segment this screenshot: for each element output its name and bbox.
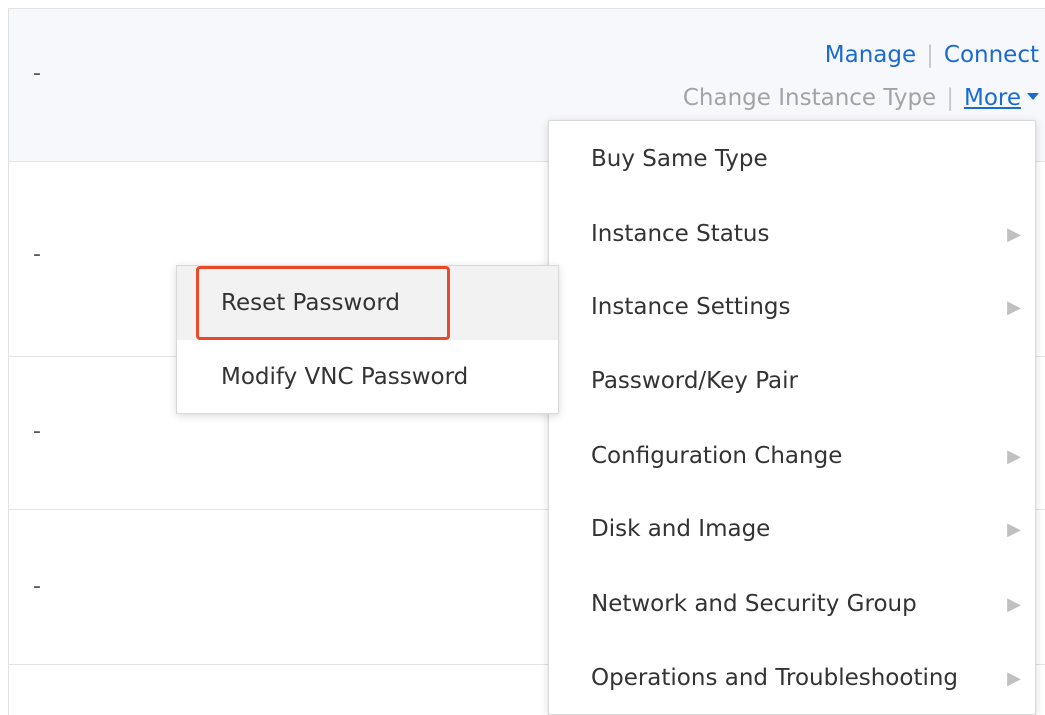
row-actions-primary: Manage | Connect xyxy=(825,42,1039,68)
menu-item-label: Buy Same Type xyxy=(591,146,768,172)
menu-item-label: Reset Password xyxy=(221,290,400,316)
reset-password-menu-item[interactable]: Reset Password xyxy=(177,266,558,340)
menu-item-buy-same-type[interactable]: Buy Same Type xyxy=(549,123,1035,196)
menu-item-disk-and-image[interactable]: Disk and Image ▶ xyxy=(549,493,1035,566)
row-placeholder: - xyxy=(33,574,41,599)
separator: | xyxy=(946,85,954,111)
row-placeholder: - xyxy=(33,242,41,267)
chevron-right-icon: ▶ xyxy=(1007,519,1021,540)
chevron-right-icon: ▶ xyxy=(1007,668,1021,689)
caret-down-icon[interactable] xyxy=(1027,93,1039,100)
menu-item-label: Operations and Troubleshooting xyxy=(591,665,959,691)
separator: | xyxy=(926,42,934,68)
menu-item-label: Password/Key Pair xyxy=(591,368,798,394)
chevron-right-icon: ▶ xyxy=(1007,446,1021,467)
menu-item-label: Configuration Change xyxy=(591,443,843,469)
menu-item-instance-status[interactable]: Instance Status ▶ xyxy=(549,198,1035,271)
change-instance-type-link[interactable]: Change Instance Type xyxy=(683,85,936,111)
menu-item-instance-settings[interactable]: Instance Settings ▶ xyxy=(549,271,1035,344)
row-placeholder: - xyxy=(33,61,41,86)
menu-item-label: Instance Settings xyxy=(591,294,791,320)
more-label: More xyxy=(963,85,1021,111)
chevron-right-icon: ▶ xyxy=(1007,594,1021,615)
menu-item-network-and-security-group[interactable]: Network and Security Group ▶ xyxy=(549,568,1035,641)
chevron-right-icon: ▶ xyxy=(1007,224,1021,245)
more-dropdown-button[interactable]: More xyxy=(964,85,1021,111)
menu-item-label: Instance Status xyxy=(591,221,770,247)
more-dropdown-menu: Buy Same Type Instance Status ▶ Instance… xyxy=(548,120,1036,715)
menu-item-label: Network and Security Group xyxy=(591,591,917,617)
menu-item-operations-and-troubleshooting[interactable]: Operations and Troubleshooting ▶ xyxy=(549,642,1035,715)
menu-item-password-key-pair[interactable]: Password/Key Pair xyxy=(549,345,1035,418)
chevron-right-icon: ▶ xyxy=(1007,297,1021,318)
menu-item-configuration-change[interactable]: Configuration Change ▶ xyxy=(549,420,1035,493)
menu-item-label: Disk and Image xyxy=(591,516,771,542)
connect-link[interactable]: Connect xyxy=(944,42,1039,68)
row-actions-secondary: Change Instance Type | More xyxy=(683,85,1039,111)
row-placeholder: - xyxy=(33,419,41,444)
manage-link[interactable]: Manage xyxy=(825,42,916,68)
password-submenu: Reset Password Modify VNC Password xyxy=(176,265,559,414)
menu-item-label: Modify VNC Password xyxy=(221,364,469,390)
modify-vnc-password-menu-item[interactable]: Modify VNC Password xyxy=(177,340,558,414)
